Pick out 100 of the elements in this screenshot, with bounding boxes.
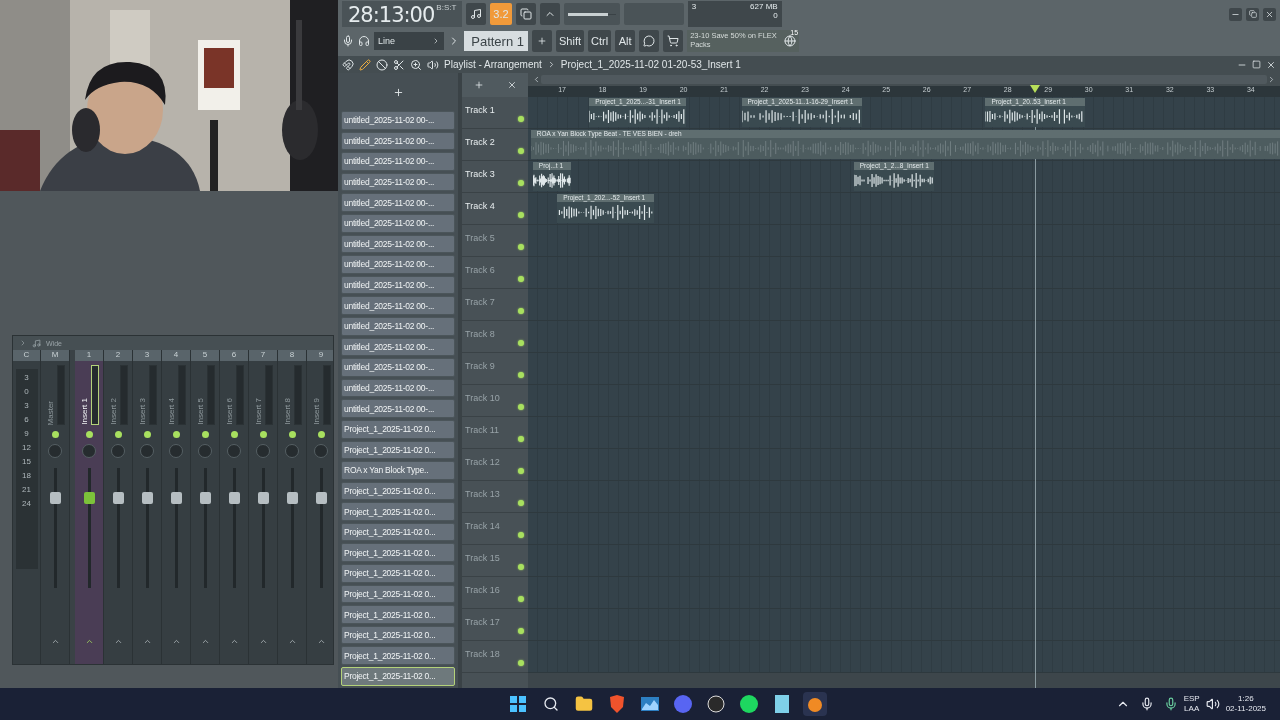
headphones-icon[interactable] — [358, 35, 370, 47]
scissors-icon[interactable] — [393, 58, 405, 71]
mixer-strip[interactable]: 1 Insert 1 — [75, 350, 104, 664]
magnet-icon[interactable] — [342, 58, 354, 71]
timeline-scrollbar[interactable] — [541, 75, 1267, 84]
pan-knob[interactable] — [285, 444, 299, 458]
enable-led[interactable] — [143, 431, 151, 438]
enable-led[interactable] — [317, 431, 325, 438]
track-led[interactable] — [518, 500, 524, 506]
enable-led[interactable] — [172, 431, 180, 438]
clip-item[interactable]: untitled_2025-11-02 00-... — [341, 316, 455, 336]
fader-thumb[interactable] — [83, 491, 95, 504]
clip-item[interactable]: Project_1_2025-11-02 0... — [341, 481, 455, 501]
pencil-icon[interactable] — [359, 58, 371, 71]
track-led[interactable] — [518, 564, 524, 570]
enable-led[interactable] — [259, 431, 267, 438]
clip-item[interactable]: untitled_2025-11-02 00-... — [341, 255, 455, 274]
typing-keyboard-button[interactable] — [466, 3, 487, 25]
track-led[interactable] — [518, 116, 524, 122]
track-lane[interactable] — [528, 257, 1280, 289]
track-led[interactable] — [518, 276, 524, 282]
clip-item[interactable]: Project_1_2025-11-02 0... — [341, 564, 455, 583]
clip-item[interactable]: Project_1_2025-11-02 0... — [341, 646, 455, 666]
enable-led[interactable] — [85, 431, 93, 438]
close-button[interactable] — [1263, 7, 1276, 21]
track-led[interactable] — [518, 532, 524, 538]
pan-knob[interactable] — [314, 444, 328, 458]
track-lane[interactable] — [528, 289, 1280, 321]
fader-thumb[interactable] — [49, 491, 61, 504]
maximize-icon[interactable] — [1252, 60, 1261, 69]
clip-item[interactable]: untitled_2025-11-02 00-... — [341, 399, 455, 418]
fader-thumb[interactable] — [170, 491, 182, 504]
speaker-icon[interactable] — [427, 58, 439, 71]
restore-button[interactable] — [1246, 7, 1259, 21]
track-lane[interactable] — [528, 225, 1280, 257]
pan-knob[interactable] — [48, 444, 62, 458]
pan-knob[interactable] — [82, 444, 96, 458]
add-pattern-button[interactable] — [532, 30, 552, 52]
clip-item[interactable]: Project_1_2025-11-02 0... — [341, 543, 455, 563]
pan-knob[interactable] — [140, 444, 154, 458]
clip-item[interactable]: untitled_2025-11-02 00-... — [341, 275, 455, 295]
pan-knob[interactable] — [256, 444, 270, 458]
track-lane[interactable] — [528, 353, 1280, 385]
track-lane[interactable] — [528, 481, 1280, 513]
track-lane[interactable] — [528, 513, 1280, 545]
microphone-icon[interactable] — [1139, 697, 1154, 711]
globe-icon[interactable] — [784, 35, 797, 47]
track-lane[interactable] — [528, 609, 1280, 641]
clip-item[interactable]: Project_1_2025-11-02 0... — [341, 502, 455, 521]
loop-button[interactable] — [515, 3, 536, 25]
clip-item[interactable]: Project_1_2025-11-02 0... — [341, 667, 455, 686]
mixer-strip[interactable]: M Master — [41, 350, 70, 664]
track-led[interactable] — [518, 372, 524, 378]
clip-item[interactable]: untitled_2025-11-02 00-... — [341, 152, 455, 171]
track-lane[interactable] — [528, 449, 1280, 481]
track-lane[interactable] — [528, 417, 1280, 449]
track-led[interactable] — [518, 212, 524, 218]
mixer-strip[interactable]: 7 Insert 7 — [249, 350, 278, 664]
mixer-strip[interactable]: 8 Insert 8 — [278, 350, 307, 664]
add-icon[interactable] — [392, 86, 404, 98]
clip-item[interactable]: untitled_2025-11-02 00-... — [341, 378, 455, 398]
volume-slider[interactable] — [563, 3, 620, 25]
modifier-key-button[interactable]: Ctrl — [588, 30, 612, 52]
modifier-key-button[interactable]: Shift — [556, 30, 584, 52]
track-led[interactable] — [518, 404, 524, 410]
microphone-icon[interactable] — [1163, 697, 1178, 711]
clip-item[interactable]: untitled_2025-11-02 00-... — [341, 172, 455, 192]
clip-item[interactable]: untitled_2025-11-02 00-... — [341, 213, 455, 233]
cart-button[interactable] — [663, 30, 684, 52]
clip-item[interactable]: untitled_2025-11-02 00-... — [341, 358, 455, 377]
zoom-icon[interactable] — [410, 58, 422, 71]
fader-thumb[interactable] — [286, 491, 298, 504]
close-icon[interactable] — [1266, 59, 1276, 70]
track-lane[interactable] — [528, 577, 1280, 609]
track-lane[interactable] — [528, 641, 1280, 673]
clip-item[interactable]: untitled_2025-11-02 00-... — [341, 296, 455, 315]
fader-thumb[interactable] — [257, 491, 269, 504]
clip-item[interactable]: Project_1_2025-11-02 0... — [341, 584, 455, 604]
pan-knob[interactable] — [227, 444, 241, 458]
pan-knob[interactable] — [198, 444, 212, 458]
track-led[interactable] — [518, 628, 524, 634]
chat-button[interactable] — [639, 30, 660, 52]
fader-thumb[interactable] — [112, 491, 124, 504]
input-dropdown[interactable]: Line — [374, 32, 444, 50]
track-lane[interactable] — [528, 321, 1280, 353]
track-led[interactable] — [518, 436, 524, 442]
enable-led[interactable] — [114, 431, 122, 438]
clip-item[interactable]: Project_1_2025-11-02 0... — [341, 419, 455, 439]
track-led[interactable] — [518, 244, 524, 250]
track-led[interactable] — [518, 340, 524, 346]
language-indicator[interactable]: ESP LAA — [1183, 694, 1200, 714]
clip-item[interactable]: Project_1_2025-11-02 0... — [341, 440, 455, 460]
clip-item[interactable]: untitled_2025-11-02 00-... — [341, 131, 455, 151]
mixer-strip[interactable]: 4 Insert 4 — [162, 350, 191, 664]
pattern-field[interactable]: Pattern 1 — [464, 31, 528, 51]
enable-led[interactable] — [51, 431, 59, 438]
pan-knob[interactable] — [169, 444, 183, 458]
mute-tool-icon[interactable] — [376, 58, 388, 71]
mixer-strip[interactable]: 3 Insert 3 — [133, 350, 162, 664]
fader-thumb[interactable] — [199, 491, 211, 504]
